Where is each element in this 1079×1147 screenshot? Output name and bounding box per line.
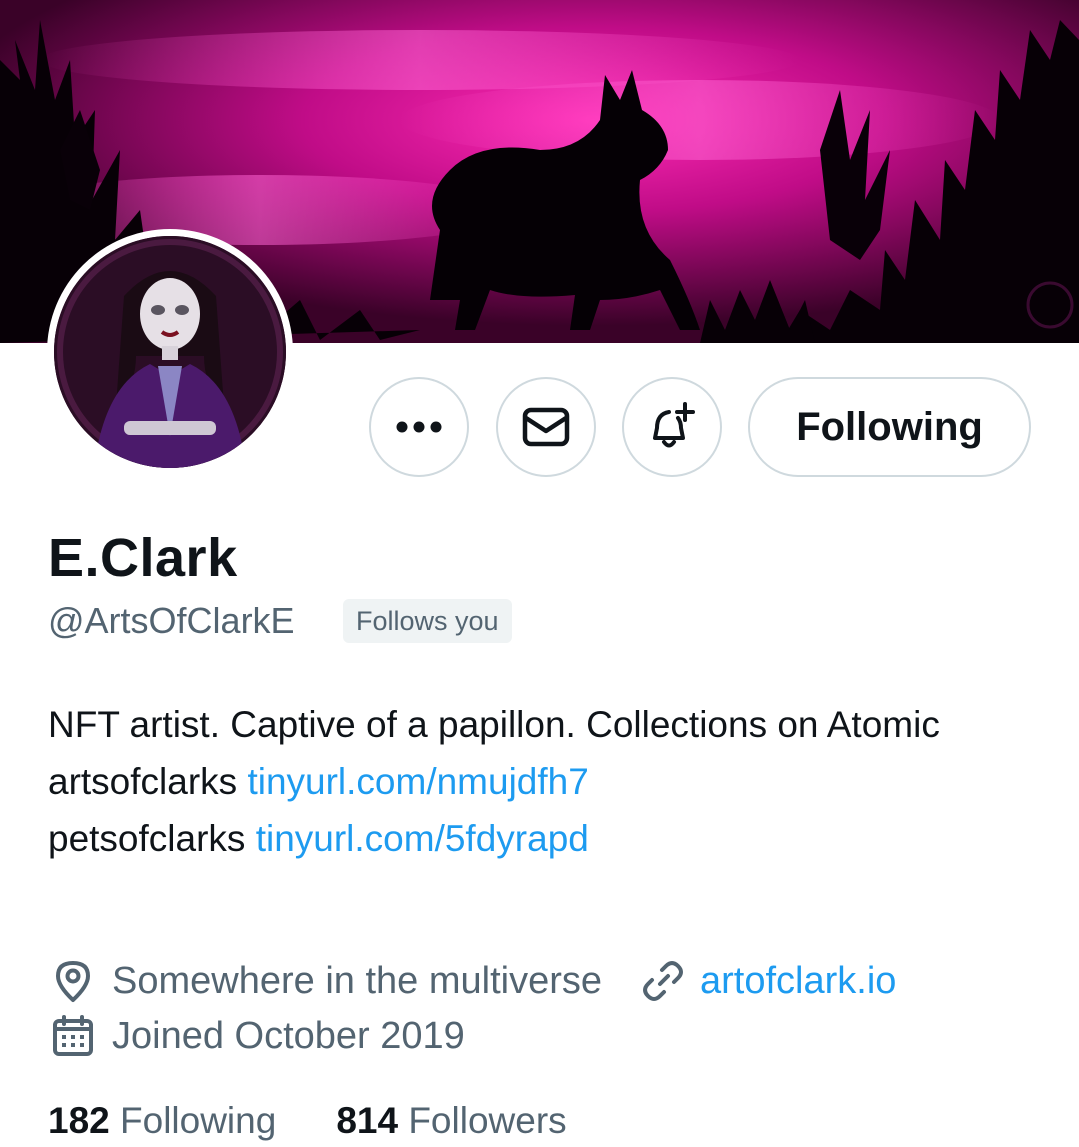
following-stat[interactable]: 182 Following (48, 1100, 276, 1142)
calendar-icon (53, 1015, 93, 1056)
more-button[interactable] (369, 377, 469, 477)
user-handle: @ArtsOfClarkE (48, 600, 295, 641)
avatar-image (54, 236, 286, 468)
followers-count: 814 (336, 1100, 399, 1141)
profile-avatar[interactable] (47, 229, 293, 475)
bell-plus-icon (653, 402, 695, 448)
location-pin-icon (56, 961, 90, 1002)
notifications-button[interactable] (622, 377, 722, 477)
follows-you-badge: Follows you (343, 599, 512, 643)
profile-bio: NFT artist. Captive of a papillon. Colle… (48, 696, 1028, 867)
bio-text: artsofclarks (48, 761, 238, 802)
bio-line: petsofclarks tinyurl.com/5fdyrapd (48, 810, 1028, 867)
joined-row: Joined October 2019 (50, 1013, 465, 1059)
message-button[interactable] (496, 377, 596, 477)
bio-line: artsofclarks tinyurl.com/nmujdfh7 (48, 753, 1028, 810)
followers-label: Followers (408, 1100, 567, 1141)
more-dots-icon (396, 421, 442, 433)
joined-date: Joined October 2019 (112, 1014, 465, 1057)
bio-link-2[interactable]: tinyurl.com/5fdyrapd (256, 818, 589, 859)
following-button[interactable]: Following (748, 377, 1031, 477)
profile-meta-row: Somewhere in the multiverse artofclark.i… (50, 958, 896, 1004)
envelope-icon (522, 407, 570, 447)
following-label: Following (120, 1100, 277, 1141)
bio-line: NFT artist. Captive of a papillon. Colle… (48, 704, 940, 745)
bio-link-1[interactable]: tinyurl.com/nmujdfh7 (247, 761, 588, 802)
followers-stat[interactable]: 814 Followers (336, 1100, 566, 1142)
bio-text: petsofclarks (48, 818, 246, 859)
following-count: 182 (48, 1100, 110, 1141)
website-link[interactable]: artofclark.io (700, 960, 896, 1003)
link-icon (643, 961, 683, 1001)
follow-stats: 182 Following 814 Followers (48, 1100, 567, 1142)
display-name: E.Clark (48, 528, 238, 588)
location-text: Somewhere in the multiverse (112, 959, 602, 1002)
